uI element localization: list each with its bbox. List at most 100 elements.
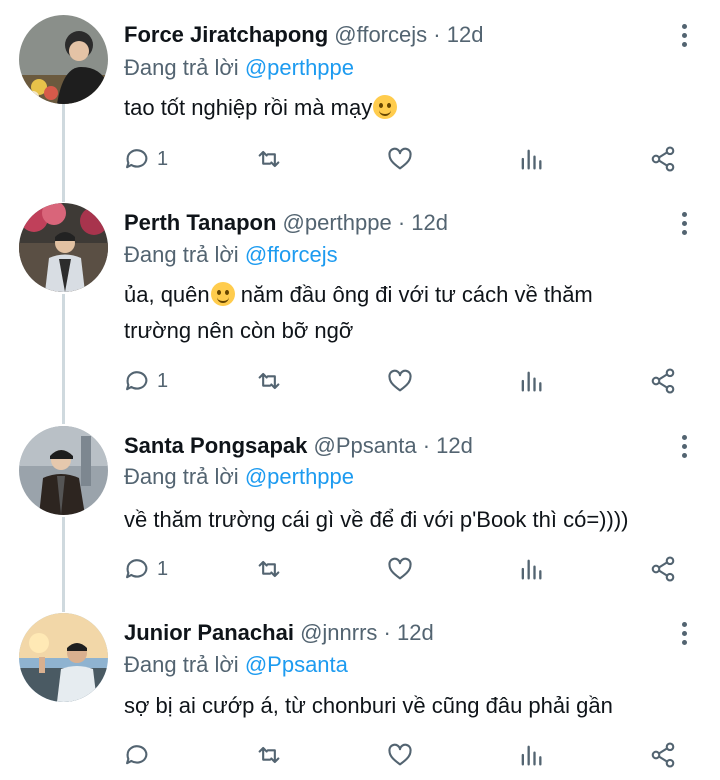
- replying-to: Đang trả lời @perthppe: [124, 55, 354, 81]
- avatar[interactable]: [19, 15, 108, 104]
- author-name[interactable]: Force Jiratchapong: [124, 22, 328, 47]
- like-icon: [388, 147, 412, 170]
- analytics-icon: [521, 559, 542, 580]
- analytics-button[interactable]: [517, 737, 545, 773]
- analytics-icon: [521, 371, 542, 392]
- action-bar: [0, 737, 720, 773]
- retweet-button[interactable]: [255, 737, 283, 773]
- more-icon[interactable]: [674, 618, 694, 648]
- share-button[interactable]: [649, 551, 677, 587]
- share-button[interactable]: [649, 141, 677, 177]
- replying-prefix: Đang trả lời: [124, 242, 239, 267]
- retweet-button[interactable]: [255, 551, 283, 587]
- retweet-icon: [258, 560, 280, 578]
- analytics-icon: [521, 745, 542, 766]
- tweet-text: sợ bị ai cướp á, từ chonburi về cũng đâu…: [124, 688, 684, 724]
- like-button[interactable]: [386, 363, 414, 399]
- author-handle[interactable]: @perthppe: [283, 210, 392, 235]
- more-icon[interactable]: [674, 431, 694, 461]
- reply-button[interactable]: 1: [123, 363, 168, 399]
- reply-button[interactable]: 1: [123, 551, 168, 587]
- more-icon[interactable]: [674, 208, 694, 238]
- mention-link[interactable]: @perthppe: [245, 464, 354, 489]
- tweet-text: ủa, quên năm đầu ông đi với tư cách về t…: [124, 277, 664, 349]
- author-handle[interactable]: @fforcejs: [334, 22, 427, 47]
- separator-dot: ·: [433, 22, 441, 47]
- reply-icon: [126, 149, 148, 169]
- like-icon: [388, 743, 412, 766]
- reply-icon: [126, 371, 148, 391]
- author-handle[interactable]: @jnnrrs: [300, 620, 377, 645]
- avatar[interactable]: [19, 426, 108, 515]
- analytics-button[interactable]: [517, 363, 545, 399]
- like-icon: [388, 557, 412, 580]
- tweet-text-part: tao tốt nghiệp rồi mà mạy: [124, 95, 373, 120]
- tweet-header: Perth Tanapon @perthppe · 12d: [124, 210, 448, 236]
- retweet-button[interactable]: [255, 141, 283, 177]
- tweet[interactable]: Force Jiratchapong @fforcejs · 12d Đang …: [0, 0, 720, 195]
- tweet[interactable]: Junior Panachai @jnnrrs · 12d Đang trả l…: [0, 610, 720, 780]
- reply-count: 1: [157, 369, 169, 392]
- avatar[interactable]: [19, 203, 108, 292]
- replying-prefix: Đang trả lời: [124, 464, 239, 489]
- mention-link[interactable]: @perthppe: [245, 55, 354, 80]
- smiling-face-emoji: [210, 282, 235, 306]
- grinning-face-emoji: [373, 95, 398, 119]
- replying-prefix: Đang trả lời: [124, 55, 239, 80]
- timestamp[interactable]: 12d: [411, 210, 448, 235]
- tweet-text-part: sợ bị ai cướp á, từ chonburi về cũng đâu…: [124, 693, 613, 718]
- author-name[interactable]: Perth Tanapon: [124, 210, 276, 235]
- tweet-text-part: ủa, quên: [124, 282, 210, 307]
- like-button[interactable]: [386, 141, 414, 177]
- reply-icon: [126, 559, 148, 579]
- author-handle[interactable]: @Ppsanta: [314, 433, 417, 458]
- analytics-button[interactable]: [517, 141, 545, 177]
- action-bar: 1: [0, 141, 720, 177]
- mention-link[interactable]: @fforcejs: [245, 242, 338, 267]
- avatar-image: [19, 203, 108, 292]
- separator-dot: ·: [397, 210, 406, 235]
- tweet-text: về thăm trường cái gì về để đi với p'Boo…: [124, 502, 684, 538]
- tweet-header: Junior Panachai @jnnrrs · 12d: [124, 620, 434, 646]
- reply-count: 1: [157, 147, 169, 170]
- tweet[interactable]: Santa Pongsapak @Ppsanta · 12d Đang trả …: [0, 420, 720, 610]
- retweet-icon: [258, 372, 280, 390]
- share-button[interactable]: [649, 363, 677, 399]
- tweet-text: tao tốt nghiệp rồi mà mạy: [124, 90, 684, 126]
- reply-button[interactable]: 1: [123, 141, 168, 177]
- replying-to: Đang trả lời @perthppe: [124, 464, 354, 490]
- tweet-text-part: về thăm trường cái gì về để đi với p'Boo…: [124, 507, 629, 532]
- share-button[interactable]: [649, 737, 677, 773]
- author-name[interactable]: Santa Pongsapak: [124, 433, 307, 458]
- avatar-image: [19, 613, 108, 702]
- replying-to: Đang trả lời @fforcejs: [124, 242, 338, 268]
- share-icon: [651, 368, 675, 394]
- timestamp[interactable]: 12d: [447, 22, 484, 47]
- action-bar: 1: [0, 363, 720, 399]
- like-button[interactable]: [386, 551, 414, 587]
- separator-dot: ·: [422, 433, 431, 458]
- mention-link[interactable]: @Ppsanta: [245, 652, 348, 677]
- reply-button[interactable]: [123, 737, 157, 773]
- avatar-image: [19, 15, 108, 104]
- reply-thread: Force Jiratchapong @fforcejs · 12d Đang …: [0, 0, 720, 780]
- share-icon: [651, 742, 675, 768]
- timestamp[interactable]: 12d: [397, 620, 434, 645]
- share-icon: [651, 146, 675, 172]
- action-bar: 1: [0, 551, 720, 587]
- analytics-button[interactable]: [517, 551, 545, 587]
- retweet-icon: [258, 746, 280, 764]
- replying-prefix: Đang trả lời: [124, 652, 239, 677]
- tweet[interactable]: Perth Tanapon @perthppe · 12d Đang trả l…: [0, 195, 720, 420]
- retweet-button[interactable]: [255, 363, 283, 399]
- like-button[interactable]: [386, 737, 414, 773]
- separator-dot: ·: [383, 620, 391, 645]
- timestamp[interactable]: 12d: [436, 433, 473, 458]
- retweet-icon: [258, 150, 280, 168]
- tweet-header: Santa Pongsapak @Ppsanta · 12d: [124, 433, 473, 459]
- reply-icon: [126, 745, 148, 765]
- avatar[interactable]: [19, 613, 108, 702]
- more-icon[interactable]: [674, 20, 694, 50]
- author-name[interactable]: Junior Panachai: [124, 620, 294, 645]
- tweet-header: Force Jiratchapong @fforcejs · 12d: [124, 22, 483, 48]
